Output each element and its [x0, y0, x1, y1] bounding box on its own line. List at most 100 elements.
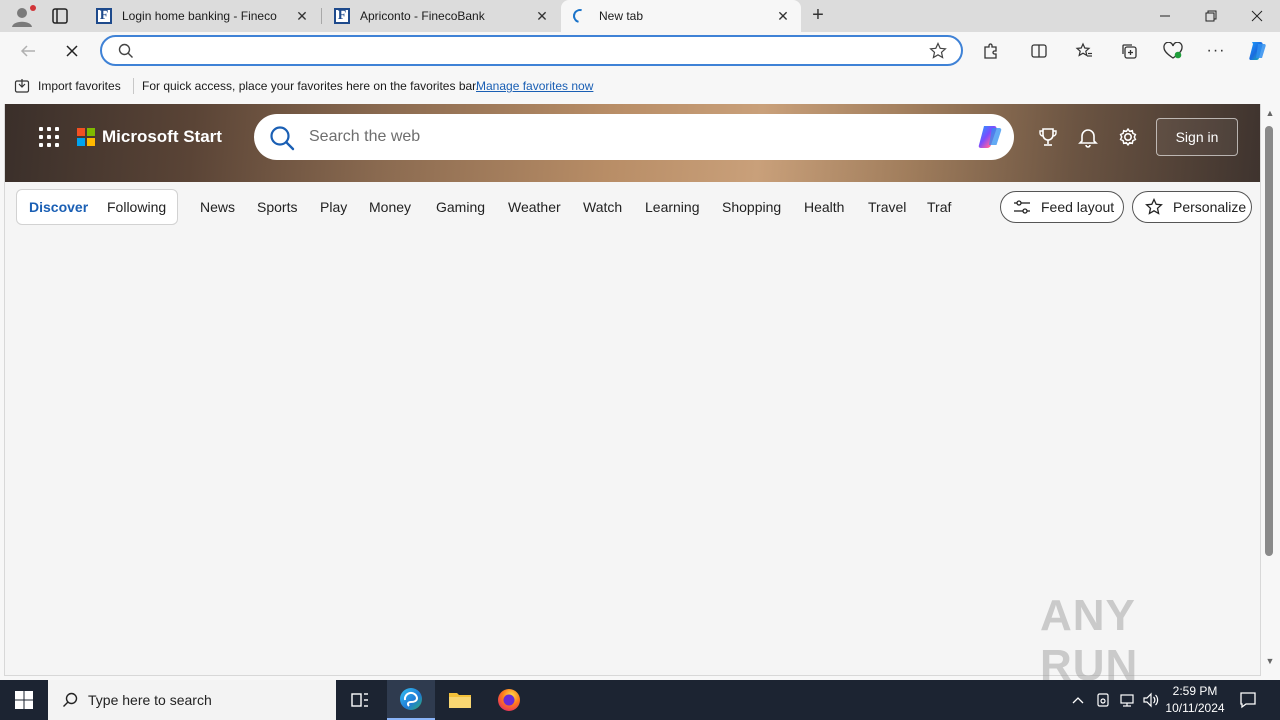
- manage-favorites-link[interactable]: Manage favorites now: [476, 79, 593, 93]
- favorites-button[interactable]: [1072, 39, 1096, 63]
- notification-center-button[interactable]: [1234, 680, 1262, 720]
- chevron-up-icon: [1072, 697, 1084, 704]
- rewards-trophy-icon[interactable]: [1037, 126, 1059, 148]
- file-explorer-button[interactable]: [436, 680, 484, 720]
- nav-sports[interactable]: Sports: [257, 199, 297, 215]
- tab-following[interactable]: Following: [107, 199, 166, 215]
- nav-money[interactable]: Money: [369, 199, 411, 215]
- copilot-icon[interactable]: [974, 123, 1006, 151]
- app-launcher-button[interactable]: [39, 127, 59, 147]
- volume-icon: [1143, 692, 1159, 708]
- notifications-bell-icon[interactable]: [1077, 126, 1099, 148]
- page-scrollbar[interactable]: ▲ ▼: [1261, 104, 1280, 672]
- firefox-button[interactable]: [485, 680, 533, 720]
- tab-title: Login home banking - Fineco: [122, 9, 277, 23]
- loading-spinner-icon: [570, 6, 590, 26]
- tab-apriconto[interactable]: F Apriconto - FinecoBank ✕: [322, 0, 560, 32]
- feed-layout-button[interactable]: Feed layout: [1000, 191, 1124, 223]
- firefox-icon: [498, 689, 520, 711]
- feed-layout-label: Feed layout: [1041, 199, 1115, 215]
- close-tab-icon[interactable]: ✕: [534, 8, 550, 24]
- browser-essentials-button[interactable]: [1161, 39, 1185, 63]
- nav-traffic[interactable]: Traf: [927, 199, 951, 215]
- task-view-button[interactable]: [336, 680, 384, 720]
- search-icon[interactable]: [269, 125, 295, 151]
- close-tab-icon[interactable]: ✕: [775, 8, 791, 24]
- web-search-box[interactable]: [254, 114, 1014, 160]
- personalize-star-icon: [1145, 198, 1163, 215]
- favorites-hint: For quick access, place your favorites h…: [142, 79, 479, 93]
- watermark: ANY RUN: [1040, 591, 1240, 690]
- settings-gear-icon[interactable]: [1117, 126, 1139, 148]
- profile-button[interactable]: [10, 5, 36, 27]
- nav-health[interactable]: Health: [804, 199, 844, 215]
- address-input[interactable]: [140, 41, 920, 61]
- minimize-button[interactable]: [1142, 0, 1188, 32]
- tab-fineco-login[interactable]: F Login home banking - Fineco ✕: [84, 0, 320, 32]
- tab-actions-button[interactable]: [50, 6, 70, 26]
- taskbar-search[interactable]: Type here to search: [48, 680, 336, 720]
- feed-tabs: Discover Following: [16, 189, 178, 225]
- scroll-up-arrow-icon[interactable]: ▲: [1264, 108, 1276, 120]
- copilot-button[interactable]: [1245, 39, 1269, 63]
- scroll-down-arrow-icon[interactable]: ▼: [1264, 656, 1276, 668]
- nav-learning[interactable]: Learning: [645, 199, 700, 215]
- favorite-star-icon[interactable]: [929, 42, 947, 60]
- back-arrow-icon: [20, 45, 35, 57]
- nav-watch[interactable]: Watch: [583, 199, 622, 215]
- nav-weather[interactable]: Weather: [508, 199, 561, 215]
- import-favorites-button[interactable]: Import favorites: [14, 78, 121, 94]
- scroll-thumb[interactable]: [1265, 126, 1273, 556]
- nav-gaming[interactable]: Gaming: [436, 199, 485, 215]
- close-tab-icon[interactable]: ✕: [294, 8, 310, 24]
- browser-toolbar: ···: [0, 32, 1280, 70]
- settings-more-button[interactable]: ···: [1204, 39, 1228, 63]
- tray-device-icon[interactable]: [1092, 680, 1114, 720]
- brand-title[interactable]: Microsoft Start: [102, 127, 222, 147]
- start-button[interactable]: [0, 680, 48, 720]
- close-window-button[interactable]: [1234, 0, 1280, 32]
- stop-loading-button[interactable]: [60, 39, 84, 63]
- divider: [133, 78, 134, 94]
- tab-discover[interactable]: Discover: [29, 199, 88, 215]
- clock[interactable]: 2:59 PM 10/11/2024: [1160, 683, 1230, 717]
- volume-button[interactable]: [1140, 680, 1162, 720]
- close-icon: [66, 45, 78, 57]
- sign-in-label: Sign in: [1175, 129, 1219, 145]
- collections-button[interactable]: [1117, 39, 1141, 63]
- restore-button[interactable]: [1188, 0, 1234, 32]
- clock-date: 10/11/2024: [1165, 701, 1225, 715]
- heartbeat-icon: [1163, 42, 1183, 59]
- show-hidden-icons-button[interactable]: [1068, 680, 1088, 720]
- sign-in-button[interactable]: Sign in: [1156, 118, 1238, 156]
- web-search-input[interactable]: [309, 127, 929, 147]
- nav-travel[interactable]: Travel: [868, 199, 906, 215]
- nav-news[interactable]: News: [200, 199, 235, 215]
- address-bar[interactable]: [100, 35, 963, 66]
- split-screen-button[interactable]: [1027, 39, 1051, 63]
- extensions-button[interactable]: [979, 39, 1003, 63]
- personalize-button[interactable]: Personalize: [1132, 191, 1252, 223]
- clock-time: 2:59 PM: [1172, 684, 1218, 698]
- new-tab-button[interactable]: +: [808, 5, 828, 26]
- restore-icon: [1205, 10, 1217, 22]
- edge-icon: [400, 688, 422, 710]
- fineco-icon: F: [96, 8, 112, 24]
- nav-play[interactable]: Play: [320, 199, 347, 215]
- tab-strip: F Login home banking - Fineco ✕ F Aprico…: [0, 0, 1280, 32]
- more-dots-icon: ···: [1206, 42, 1226, 59]
- nav-shopping[interactable]: Shopping: [722, 199, 781, 215]
- sliders-icon: [1014, 200, 1030, 214]
- search-icon: [118, 43, 133, 58]
- feed-nav: Discover Following News Sports Play Mone…: [5, 182, 1260, 232]
- meet-now-icon: [1097, 693, 1109, 707]
- notification-dot: [30, 5, 36, 11]
- tab-new-tab[interactable]: New tab ✕: [561, 0, 801, 32]
- folder-icon: [449, 693, 471, 708]
- back-button[interactable]: [16, 39, 40, 63]
- import-icon: [14, 79, 30, 93]
- edge-taskbar-button[interactable]: [387, 680, 435, 720]
- import-favorites-label: Import favorites: [38, 79, 121, 93]
- minimize-icon: [1160, 15, 1170, 17]
- network-button[interactable]: [1116, 680, 1138, 720]
